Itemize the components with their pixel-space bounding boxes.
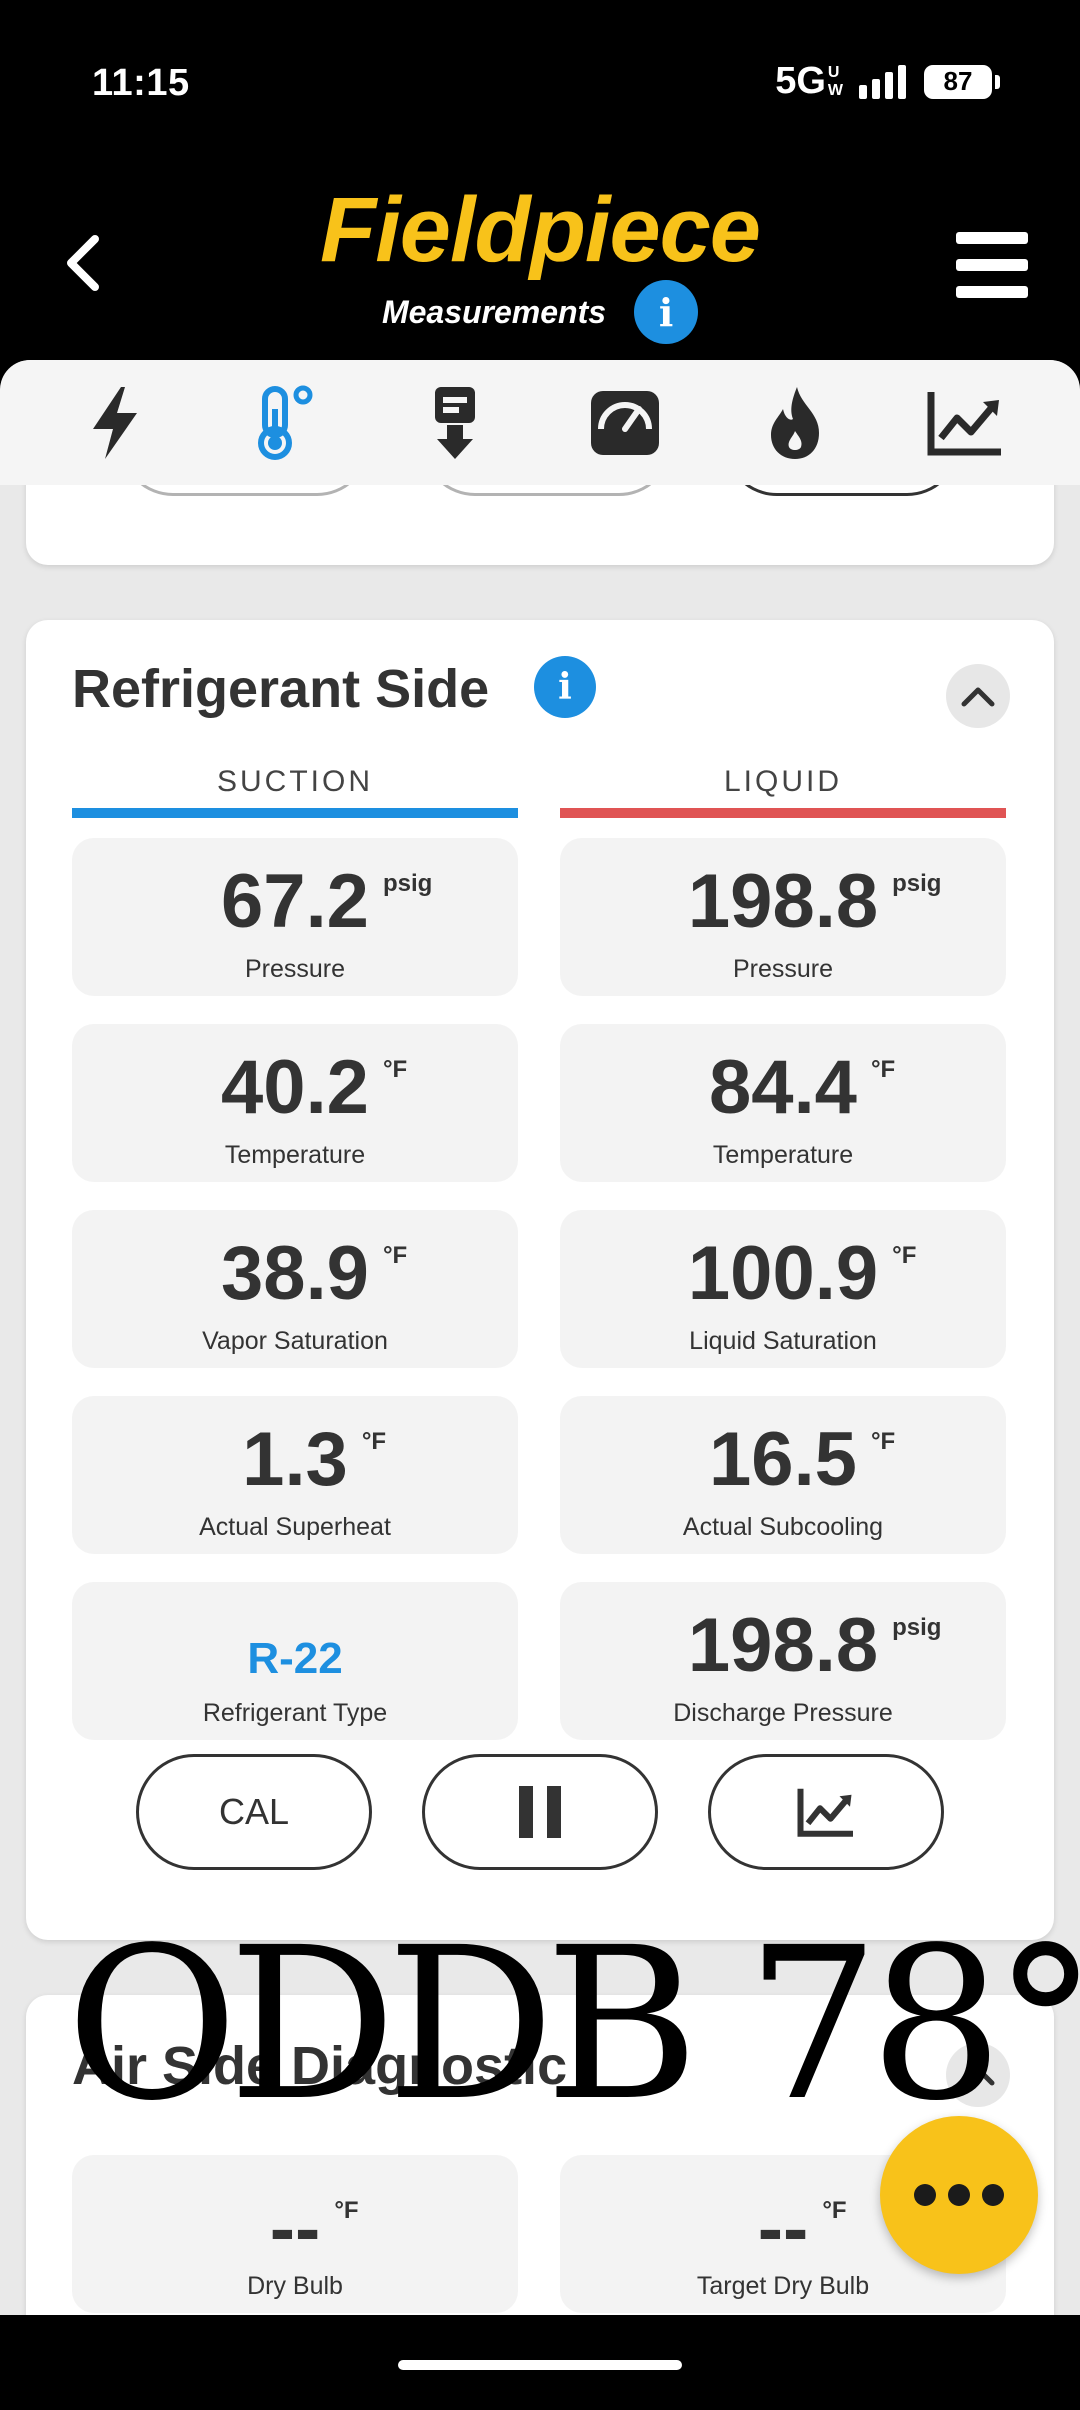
brand-logo: Fieldpiece [320,179,761,281]
actual-superheat-tile[interactable]: 1.3 °F Actual Superheat [72,1396,518,1554]
discharge-pressure-tile[interactable]: 198.8 psig Discharge Pressure [560,1582,1006,1740]
more-dots-icon[interactable] [880,2116,1038,2274]
cal-button[interactable]: CAL [136,1754,372,1870]
suction-pressure-tile[interactable]: 67.2 psig Pressure [72,838,518,996]
suction-divider [72,808,518,818]
tab-temperature[interactable] [235,373,335,473]
tab-electrical[interactable] [65,373,165,473]
chart-button[interactable] [708,1754,944,1870]
battery-icon: 87 [924,64,1000,99]
suction-temperature-tile[interactable]: 40.2 °F Temperature [72,1024,518,1182]
vapor-saturation-tile[interactable]: 38.9 °F Vapor Saturation [72,1210,518,1368]
tab-combustion[interactable] [745,373,845,473]
refrigerant-type-value: R-22 [247,1634,343,1683]
actual-subcooling-tile[interactable]: 16.5 °F Actual Subcooling [560,1396,1006,1554]
chevron-up-icon [961,687,995,707]
liquid-saturation-tile[interactable]: 100.9 °F Liquid Saturation [560,1210,1006,1368]
tab-trend[interactable] [915,373,1015,473]
refrigerant-side-title: Refrigerant Side [72,659,490,719]
pause-icon [519,1786,561,1838]
app-header: Fieldpiece Measurements i [0,170,1080,360]
thermometer-icon [258,385,313,460]
liquid-header: LIQUID [723,765,843,798]
tab-bar [0,360,1080,485]
gauge-icon [591,390,659,455]
chart-trend-icon [927,391,1001,455]
refrigerant-side-card: Refrigerant Side i SUCTION LIQUID 67.2 ps… [26,620,1054,1940]
tab-meter[interactable] [405,373,505,473]
liquid-divider [560,808,1006,818]
network-uw: U W [827,64,843,99]
info-icon[interactable]: i [634,280,699,344]
network-type: 5G [775,60,826,102]
status-indicators: 5G U W 87 [775,60,1000,103]
refrigerant-type-tile[interactable]: R-22 Refrigerant Type [72,1582,518,1740]
lightning-icon [93,386,137,459]
flame-icon [771,386,819,459]
hamburger-icon[interactable] [956,232,1028,298]
page-subtitle: Measurements [381,293,607,330]
overlay-annotation: ODDB 78° [66,1902,1080,2147]
dry-bulb-tile[interactable]: -- °F Dry Bulb [72,2155,518,2313]
download-meter-icon [435,386,475,459]
network-indicator: 5G U W [775,60,843,103]
subtitle-row: Measurements i [0,280,1080,344]
battery-level: 87 [943,66,973,96]
info-icon[interactable]: i [534,656,596,718]
home-indicator[interactable] [398,2360,682,2370]
suction-header: SUCTION [217,765,373,798]
pause-button[interactable] [422,1754,658,1870]
collapse-button[interactable] [946,664,1010,728]
tab-gauge[interactable] [575,373,675,473]
liquid-pressure-tile[interactable]: 198.8 psig Pressure [560,838,1006,996]
liquid-temperature-tile[interactable]: 84.4 °F Temperature [560,1024,1006,1182]
signal-icon [859,64,906,99]
status-bar: 11:15 5G U W 87 [0,0,1080,170]
system-nav-bar [0,2315,1080,2410]
chart-trend-icon [797,1788,853,1837]
status-time: 11:15 [92,62,190,104]
